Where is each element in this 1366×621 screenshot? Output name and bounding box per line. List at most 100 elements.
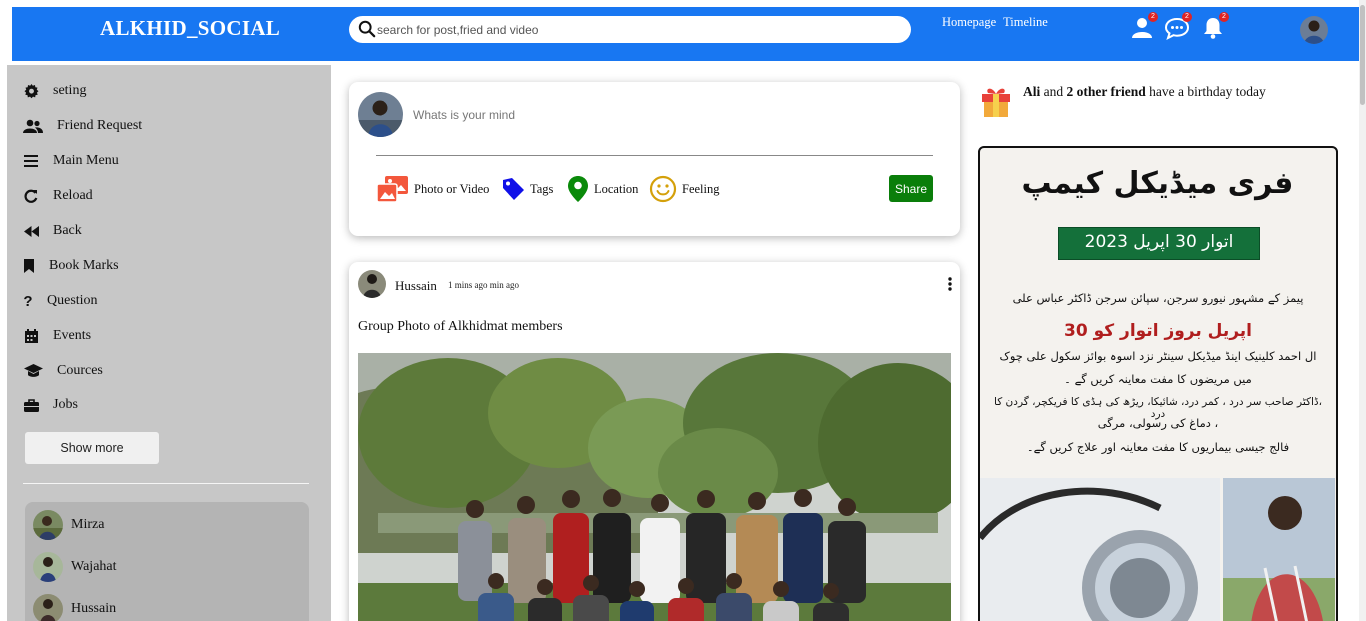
sidebar-item-setting[interactable]: seting bbox=[23, 80, 86, 102]
sidebar-item-courses[interactable]: Cources bbox=[23, 360, 103, 382]
ad-line-2: اپریل بروز اتوار کو 30 bbox=[1063, 321, 1253, 341]
sidebar-item-question[interactable]: ? Question bbox=[23, 290, 98, 312]
profile-avatar[interactable] bbox=[1300, 16, 1328, 44]
avatar bbox=[33, 552, 63, 582]
friend-item-hussain[interactable]: Hussain bbox=[33, 594, 116, 621]
post-text: Group Photo of Alkhidmat members bbox=[358, 319, 563, 334]
post-composer: Photo or Video Tags Location Feeling Sha… bbox=[349, 82, 960, 236]
friends-badge: 2 bbox=[1148, 12, 1158, 22]
location-pin-icon bbox=[568, 176, 588, 202]
birthday-friend-name[interactable]: Ali bbox=[1023, 84, 1040, 99]
friends-notification-button[interactable]: 2 bbox=[1130, 12, 1158, 42]
backward-icon bbox=[23, 223, 39, 239]
birthday-others[interactable]: 2 other friend bbox=[1067, 84, 1146, 99]
sidebar-item-label: Events bbox=[53, 328, 92, 343]
ad-line-3: ال احمد کلینیک اینڈ میڈیکل سینٹر نزد اسو… bbox=[999, 349, 1317, 363]
top-navbar: ALKHID_SOCIAL Homepage Timeline 2 2 2 bbox=[12, 7, 1361, 61]
brand-logo[interactable]: ALKHID_SOCIAL bbox=[100, 16, 280, 41]
search-icon bbox=[358, 20, 376, 38]
friend-name: Mirza bbox=[71, 517, 105, 532]
photo-video-button[interactable]: Photo or Video bbox=[376, 174, 489, 204]
avatar[interactable] bbox=[358, 270, 386, 298]
avatar bbox=[33, 594, 63, 621]
ad-line-1: پیمز کے مشہور نیورو سرجن، سپائن سرجن ڈاک… bbox=[1012, 291, 1304, 305]
sidebar-item-events[interactable]: Events bbox=[23, 325, 91, 347]
sidebar-item-label: seting bbox=[53, 83, 87, 98]
users-icon bbox=[23, 118, 43, 134]
post-photo[interactable] bbox=[358, 353, 951, 621]
action-label: Location bbox=[594, 181, 639, 196]
left-sidebar: seting Friend Request Main Menu Reload B… bbox=[7, 65, 331, 621]
sidebar-item-label: Reload bbox=[53, 188, 93, 203]
friend-item-mirza[interactable]: Mirza bbox=[33, 510, 104, 540]
sidebar-item-label: Jobs bbox=[53, 397, 78, 412]
friend-name: Wajahat bbox=[71, 559, 117, 574]
composer-divider bbox=[376, 155, 933, 156]
friends-list: Mirza Wajahat Hussain bbox=[25, 502, 309, 621]
page-scrollbar[interactable] bbox=[1359, 0, 1366, 621]
birthday-rest: have a birthday today bbox=[1149, 84, 1266, 99]
avatar bbox=[358, 92, 403, 137]
question-icon: ? bbox=[23, 292, 33, 310]
birthday-notice: Ali and 2 other friend have a birthday t… bbox=[980, 84, 1340, 118]
messages-button[interactable]: 2 bbox=[1164, 12, 1192, 42]
gift-icon bbox=[982, 88, 1010, 117]
share-button[interactable]: Share bbox=[889, 175, 933, 202]
action-label: Feeling bbox=[682, 181, 720, 196]
sidebar-item-label: Back bbox=[53, 223, 82, 238]
gear-icon bbox=[23, 83, 39, 99]
sidebar-item-jobs[interactable]: Jobs bbox=[23, 394, 78, 416]
calendar-icon bbox=[23, 328, 39, 344]
feed-post: Hussain 1 mins ago min ago Group Photo o… bbox=[349, 262, 960, 621]
location-button[interactable]: Location bbox=[567, 174, 638, 204]
briefcase-icon bbox=[23, 397, 39, 413]
timeline-link[interactable]: Timeline bbox=[1003, 15, 1048, 29]
ad-image-stethoscope-doctor bbox=[980, 478, 1335, 621]
tags-button[interactable]: Tags bbox=[501, 174, 553, 204]
search-bar[interactable] bbox=[349, 16, 911, 43]
post-input[interactable] bbox=[413, 106, 913, 124]
ad-title: فری میڈیکل کیمپ bbox=[1021, 166, 1294, 201]
notifications-button[interactable]: 2 bbox=[1201, 12, 1229, 42]
birthday-text: Ali and 2 other friend have a birthday t… bbox=[1023, 84, 1266, 100]
notifications-badge: 2 bbox=[1219, 12, 1229, 22]
photo-icon bbox=[376, 176, 408, 203]
ad-line-6: ، دماغ کی رسولی، مرگی bbox=[1097, 416, 1219, 430]
ad-line-7: فالج جیسی بیماریوں کا مفت معاینہ اور علا… bbox=[1026, 440, 1290, 454]
friend-item-wajahat[interactable]: Wajahat bbox=[33, 552, 117, 582]
sidebar-item-label: Cources bbox=[57, 363, 103, 378]
bookmark-icon bbox=[23, 258, 35, 274]
top-links: Homepage Timeline bbox=[942, 15, 1052, 30]
sidebar-item-bookmarks[interactable]: Book Marks bbox=[23, 255, 119, 277]
sidebar-divider bbox=[23, 483, 309, 484]
ad-date: اتوار 30 اپریل 2023 bbox=[1084, 232, 1234, 252]
sidebar-item-label: Friend Request bbox=[57, 118, 143, 133]
post-author[interactable]: Hussain bbox=[395, 278, 437, 294]
sidebar-item-label: Main Menu bbox=[53, 153, 119, 168]
avatar bbox=[33, 510, 63, 540]
homepage-link[interactable]: Homepage bbox=[942, 15, 996, 29]
action-label: Tags bbox=[530, 181, 554, 196]
sidebar-item-back[interactable]: Back bbox=[23, 220, 82, 242]
scrollbar-thumb[interactable] bbox=[1360, 5, 1365, 105]
sidebar-item-reload[interactable]: Reload bbox=[23, 185, 93, 207]
feeling-button[interactable]: Feeling bbox=[649, 174, 720, 204]
hamburger-icon bbox=[23, 153, 39, 169]
medical-camp-ad[interactable]: فری میڈیکل کیمپ اتوار 30 اپریل 2023 پیمز… bbox=[978, 146, 1338, 621]
reload-icon bbox=[23, 188, 39, 204]
sidebar-item-friend-request[interactable]: Friend Request bbox=[23, 115, 142, 137]
ad-line-4: میں مریضوں کا مفت معاینہ کریں گے ۔ bbox=[1064, 372, 1252, 386]
sidebar-item-label: Book Marks bbox=[49, 258, 119, 273]
more-options-icon[interactable] bbox=[943, 276, 957, 292]
birthday-and: and bbox=[1043, 84, 1064, 99]
sidebar-item-label: Question bbox=[47, 293, 98, 308]
sidebar-item-main-menu[interactable]: Main Menu bbox=[23, 150, 119, 172]
show-more-button[interactable]: Show more bbox=[25, 432, 159, 464]
search-input[interactable] bbox=[377, 20, 897, 39]
friend-name: Hussain bbox=[71, 601, 117, 616]
tag-icon bbox=[503, 178, 524, 200]
smiley-icon bbox=[649, 175, 677, 203]
graduation-cap-icon bbox=[23, 363, 43, 379]
post-timestamp: 1 mins ago min ago bbox=[448, 280, 519, 290]
messages-badge: 2 bbox=[1182, 12, 1192, 22]
